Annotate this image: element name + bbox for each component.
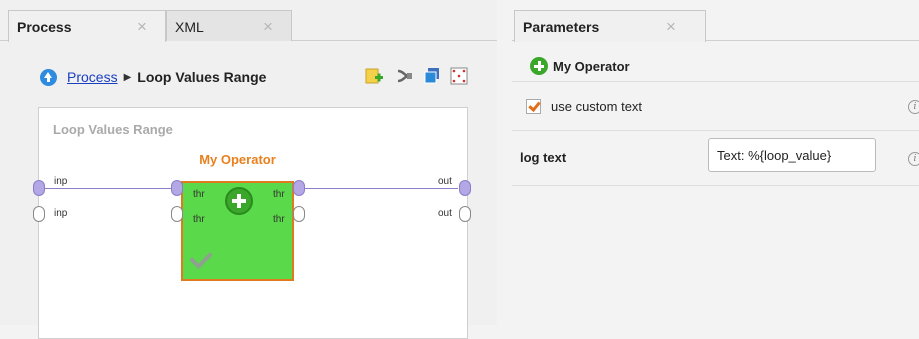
log-text-label: log text (520, 150, 567, 165)
process-canvas[interactable]: Loop Values Range inp inp out out My Ope… (33, 107, 471, 339)
process-tabbar: Process × XML × (0, 0, 497, 42)
tab-xml[interactable]: XML × (166, 10, 292, 41)
breadcrumb-separator-icon: ▶ (123, 71, 132, 83)
tab-process[interactable]: Process × (8, 10, 166, 42)
operator-plus-icon (530, 57, 548, 75)
operator-output-port-2-label: thr (273, 214, 285, 225)
tab-process-label: Process (17, 19, 72, 35)
add-building-block-icon[interactable] (364, 66, 384, 86)
fit-view-icon[interactable] (449, 66, 469, 86)
operator-input-port-1[interactable] (171, 180, 183, 196)
parameters-header: My Operator (512, 41, 919, 82)
breadcrumb-root-link[interactable]: Process (67, 69, 118, 85)
parameters-tabbar: Parameters × (512, 0, 919, 42)
tab-parameters-label: Parameters (523, 19, 600, 35)
info-icon[interactable]: i (908, 152, 919, 166)
wire-output (300, 188, 458, 189)
tab-xml-label: XML (175, 19, 204, 35)
operator-input-port-1-label: thr (193, 189, 205, 200)
tab-parameters[interactable]: Parameters × (514, 10, 706, 42)
canvas-output-port-2[interactable] (459, 206, 471, 222)
canvas-input-port-1[interactable] (33, 180, 45, 196)
canvas-input-port-2-label: inp (54, 208, 68, 219)
use-custom-text-checkbox[interactable] (526, 99, 541, 114)
close-icon[interactable]: × (263, 17, 273, 37)
param-row-log-text: log text i (512, 131, 919, 186)
canvas-output-port-1[interactable] (459, 180, 471, 196)
up-arrow-icon[interactable] (40, 68, 57, 86)
operator-output-port-1[interactable] (293, 180, 305, 196)
parameters-panel: Parameters × My Operator use custom text… (512, 0, 919, 325)
layers-icon[interactable] (422, 66, 442, 86)
operator-output-port-2[interactable] (293, 206, 305, 222)
parameters-operator-name: My Operator (553, 59, 630, 74)
param-row-use-custom-text: use custom text i (512, 82, 919, 131)
wire-input (44, 188, 175, 189)
canvas-input-port-1-label: inp (54, 176, 68, 187)
close-icon[interactable]: × (666, 17, 676, 37)
process-panel: Process × XML × Process ▶ Loop Values Ra… (0, 0, 497, 339)
close-icon[interactable]: × (137, 17, 147, 37)
breadcrumb-current: Loop Values Range (137, 69, 267, 85)
operator-input-port-2-label: thr (193, 214, 205, 225)
plus-circle-icon (225, 187, 253, 215)
log-text-input[interactable] (708, 138, 876, 172)
info-icon[interactable]: i (908, 100, 919, 114)
canvas-title: Loop Values Range (53, 122, 173, 137)
operator-output-port-1-label: thr (273, 189, 285, 200)
operator-node[interactable]: thr thr thr thr (181, 181, 294, 281)
operator-input-port-2[interactable] (171, 206, 183, 222)
auto-wire-icon[interactable] (394, 66, 414, 86)
canvas-input-port-2[interactable] (33, 206, 45, 222)
canvas-output-port-1-label: out (438, 176, 452, 187)
use-custom-text-label: use custom text (551, 99, 643, 114)
checkmark-icon (189, 245, 213, 270)
breadcrumb: Process ▶ Loop Values Range (40, 67, 266, 87)
canvas-output-port-2-label: out (438, 208, 452, 219)
operator-title: My Operator (199, 152, 276, 167)
